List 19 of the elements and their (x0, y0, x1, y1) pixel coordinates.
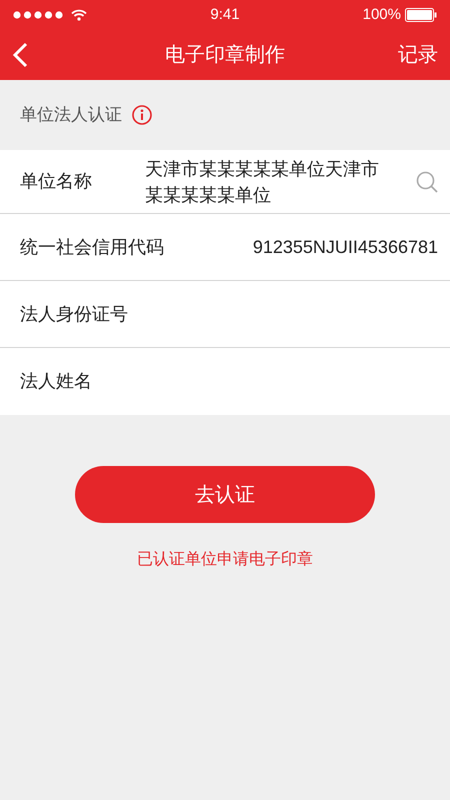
page-title: 电子印章制作 (165, 43, 285, 68)
records-button[interactable]: 记录 (398, 40, 438, 70)
back-icon (12, 42, 28, 68)
unit-name-field[interactable]: 天津市某某某某某单位天津市某某某某某单位 (145, 156, 383, 208)
field-label: 单位名称 (20, 170, 93, 193)
signal-icon (13, 11, 65, 19)
verify-button[interactable]: 去认证 (75, 466, 375, 523)
battery-percent: 100% (362, 4, 401, 25)
section-title: 单位法人认证 (20, 104, 122, 126)
battery-icon (404, 8, 437, 22)
search-icon[interactable] (416, 170, 438, 192)
field-label: 法人身份证号 (20, 302, 128, 326)
input-field[interactable]: 912355NJUII45366781 (252, 234, 438, 260)
field-label: 法人姓名 (20, 370, 92, 393)
info-icon[interactable] (132, 105, 152, 125)
wifi-icon (71, 9, 87, 21)
field-label: 统一社会信用代码 (20, 236, 164, 258)
status-time: 9:41 (210, 4, 240, 25)
apply-seal-link[interactable]: 已认证单位申请电子印章 (137, 548, 313, 572)
